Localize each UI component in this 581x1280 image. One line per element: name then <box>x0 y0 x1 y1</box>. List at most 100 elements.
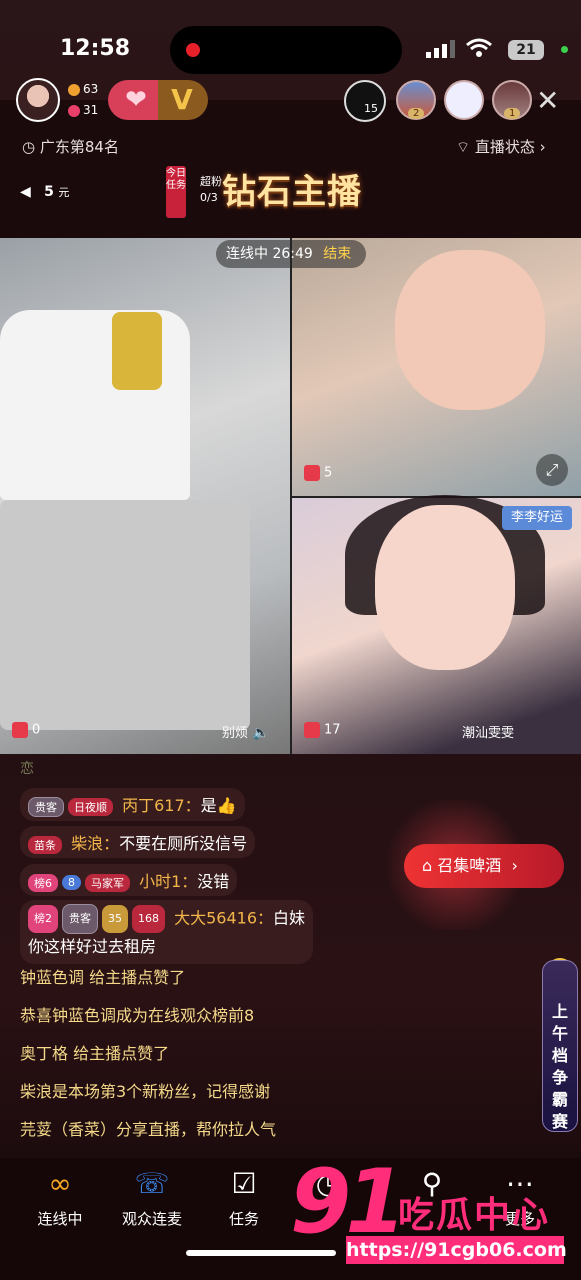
dynamic-island <box>170 26 402 74</box>
wifi-icon <box>466 38 492 57</box>
connection-status: 连线中 26:49 结束 <box>216 240 366 268</box>
chat-faded-line: 恋 <box>20 761 34 777</box>
gift-icon <box>304 465 320 481</box>
chat-text: 没错 <box>197 872 230 891</box>
chat-message[interactable]: 榜2 贵客 35 168 大大56416：白妹 你这样好过去租房 <box>20 900 314 964</box>
location-text: 广东第84名 <box>39 138 119 156</box>
pk-amount-unit: 元 <box>58 186 70 199</box>
expand-icon[interactable]: ⤢ <box>536 454 568 486</box>
level-badge: 8 <box>62 875 81 890</box>
task-progress-label: 超粉 <box>200 175 222 188</box>
daily-task-tag[interactable]: 今日任务 <box>166 166 186 218</box>
clipboard-icon: ☑ <box>231 1167 257 1200</box>
heart-icon <box>68 104 80 117</box>
chat-text: 是👍 <box>200 796 237 815</box>
chat-username[interactable]: 小时1： <box>139 872 197 891</box>
guest-tag: 李李好运 <box>502 506 572 530</box>
close-icon[interactable]: ✕ <box>536 84 559 117</box>
task-title: 钻石主播 <box>222 172 362 212</box>
battery-indicator: 21 <box>508 40 544 60</box>
chat-text: 不要在厕所没信号 <box>119 834 248 853</box>
task-progress: 超粉 0/3 <box>200 174 222 206</box>
clock: 12:58 <box>60 36 131 61</box>
system-message: 柴浪是本场第3个新粉丝，记得感谢 <box>20 1082 271 1101</box>
contest-banner-label: 上午档争霸赛 <box>551 1002 568 1131</box>
guest-badge: 贵客 <box>28 796 64 817</box>
fan-badge: 苗条 <box>28 835 62 854</box>
video-right-name: 潮汕雯雯 <box>462 722 514 741</box>
end-connection-button[interactable]: 结束 <box>323 246 351 262</box>
nav-label: 连线中 <box>37 1210 83 1228</box>
video-right-name-text: 潮汕雯雯 <box>462 726 515 741</box>
link-icon: ∞ <box>48 1167 72 1200</box>
location-rank[interactable]: ◷ 广东第84名 <box>22 136 119 157</box>
gift-icon <box>304 722 320 738</box>
video-left-bottle <box>112 312 162 390</box>
promo-button[interactable]: ⌂ 召集啤酒 › <box>404 844 564 888</box>
chat-message[interactable]: 苗条 柴浪：不要在厕所没信号 <box>20 826 256 858</box>
task-progress-value: 0/3 <box>200 191 218 204</box>
fans-icon <box>68 83 80 96</box>
nav-tasks[interactable]: ☑ 任务 <box>204 1166 284 1229</box>
speaker-icon[interactable]: 🔈 <box>252 725 269 741</box>
recording-icon <box>186 43 200 57</box>
viewer-avatar-2[interactable] <box>444 80 484 120</box>
chat-text: 你这样好过去租房 <box>28 937 157 956</box>
privacy-dot <box>561 46 568 53</box>
chat-text: 白妹 <box>273 908 306 928</box>
phone-icon: ☏ <box>134 1167 170 1200</box>
gift-count-top-right: 5 <box>304 465 332 481</box>
video-bottom-right-face <box>375 505 515 670</box>
gift-icon <box>12 722 28 738</box>
rank-badge: 15 <box>364 102 378 115</box>
viewer-badge-3: 1 <box>504 108 521 119</box>
promo-label: 召集啤酒 <box>437 856 502 875</box>
fan-badge: 马家军 <box>85 873 130 892</box>
system-message: 芫荽（香菜）分享直播，帮你拉人气 <box>20 1120 277 1139</box>
vip-v-icon: V <box>171 83 193 116</box>
rank-badge-chat: 榜6 <box>28 873 58 892</box>
fan-badge: 日夜顺 <box>68 797 113 816</box>
chat-username[interactable]: 丙丁617： <box>122 796 201 815</box>
rank-badge-chat: 榜2 <box>28 905 58 933</box>
guest-badge: 贵客 <box>62 904 98 934</box>
chat-message[interactable]: 榜6 8 马家军 小时1：没错 <box>20 864 238 896</box>
connection-timer: 26:49 <box>272 246 313 262</box>
chat-message[interactable]: 贵客 日夜顺 丙丁617：是👍 <box>20 788 245 821</box>
system-message: 奥丁格 给主播点赞了 <box>20 1044 170 1063</box>
live-status-link[interactable]: ⌔ 直播状态 › <box>456 136 546 157</box>
nav-label: 任务 <box>228 1210 259 1228</box>
video-top-right-face <box>395 250 545 410</box>
gift-count-left: 0 <box>12 722 40 738</box>
host-likes-stat: 31 <box>68 103 98 117</box>
pk-amount-value: 5 <box>44 184 54 200</box>
host-avatar[interactable] <box>16 78 60 122</box>
gift-count-top-right-value: 5 <box>324 465 333 481</box>
chat-username[interactable]: 柴浪： <box>71 834 119 853</box>
system-message: 恭喜钟蓝色调成为在线观众榜前8 <box>20 1006 255 1025</box>
gift-count-bottom-right-value: 17 <box>324 722 341 738</box>
watermark-url: https://91cgb06.com <box>346 1236 567 1264</box>
connection-label: 连线中 <box>226 246 268 262</box>
gift-count-bottom-right: 17 <box>304 722 341 738</box>
system-message: 钟蓝色调 给主播点赞了 <box>20 968 186 987</box>
host-fans-stat: 63 <box>68 82 98 96</box>
video-left-name: 别烦 🔈 <box>222 722 269 741</box>
chat-username[interactable]: 大大56416： <box>174 909 273 928</box>
live-status-label: 直播状态 <box>474 138 535 156</box>
contest-banner[interactable]: 上午档争霸赛 <box>542 960 578 1132</box>
signal-icon <box>426 40 455 58</box>
viewer-badge-1: 2 <box>408 108 425 119</box>
rank-icon[interactable] <box>344 80 386 122</box>
pk-amount[interactable]: ◀ 5 元 <box>20 184 69 200</box>
nav-label: 观众连麦 <box>121 1210 182 1228</box>
nav-audience-mic[interactable]: ☏ 观众连麦 <box>112 1166 192 1229</box>
level-badge: 35 <box>102 905 128 933</box>
fan-badge: 168 <box>132 905 165 933</box>
double-heart-icon: ❤ <box>125 85 147 115</box>
likes-count: 31 <box>83 103 99 117</box>
watermark-text: 吃瓜中心 <box>398 1195 551 1236</box>
nav-connect[interactable]: ∞ 连线中 <box>20 1166 100 1229</box>
video-left-name-text: 别烦 <box>222 726 249 741</box>
video-left-figure-bottom <box>0 500 250 730</box>
